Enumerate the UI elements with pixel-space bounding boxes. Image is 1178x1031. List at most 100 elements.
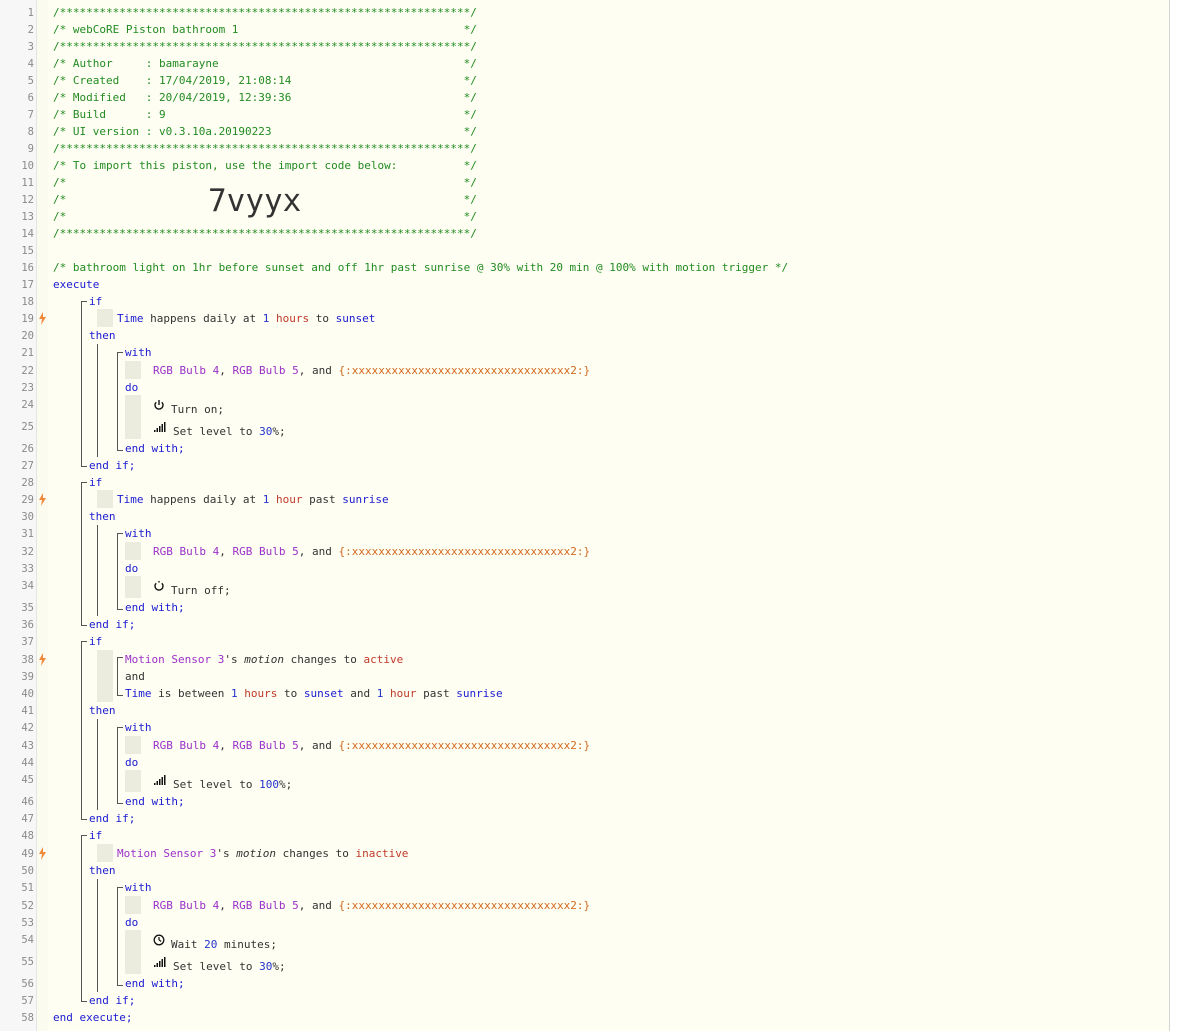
piston-description: /* bathroom light on 1hr before sunset a… [53,261,789,274]
lightning-bolt-icon[interactable] [38,493,47,506]
device-list[interactable]: RGB Bulb 4, RGB Bulb 5, and {:xxxxxxxxxx… [153,738,590,754]
lightning-bolt-icon[interactable] [38,653,47,666]
condition-motion-inactive[interactable]: Motion Sensor 3's motion changes to inac… [117,846,408,862]
line-number: 12 [21,194,34,206]
then-keyword[interactable]: then [89,703,116,719]
end-with-keyword[interactable]: end with; [125,976,185,992]
with-bracket-bottom [117,798,123,804]
device-list[interactable]: RGB Bulb 4, RGB Bulb 5, and {:xxxxxxxxxx… [153,544,590,560]
line-number: 3 [27,41,34,53]
line-number: 9 [27,143,34,155]
line-number: 39 [21,671,34,683]
condition-motion-active[interactable]: Motion Sensor 3's motion changes to acti… [125,652,403,668]
line-number: 21 [21,347,34,359]
action-set-level[interactable]: Set level to 30%; [173,424,286,440]
line-number: 48 [21,830,34,842]
lightning-bolt-icon[interactable] [38,312,47,325]
end-if-keyword[interactable]: end if; [89,993,135,1009]
line-number: 45 [21,774,34,786]
device-list[interactable]: RGB Bulb 4, RGB Bulb 5, and {:xxxxxxxxxx… [153,898,590,914]
device-list[interactable]: RGB Bulb 4, RGB Bulb 5, and {:xxxxxxxxxx… [153,363,590,379]
line-number: 46 [21,796,34,808]
end-with-keyword[interactable]: end with; [125,600,185,616]
with-bracket-line [117,357,118,449]
line-number: 31 [21,528,34,540]
line-number: 38 [21,654,34,666]
end-with-keyword[interactable]: end with; [125,441,185,457]
line-number: 34 [21,580,34,592]
with-keyword[interactable]: with [125,526,152,542]
line-number: 30 [21,511,34,523]
do-keyword[interactable]: do [125,380,138,396]
if-bracket-bottom [81,620,87,626]
line-number: 8 [27,126,34,138]
header-line: /***************************************… [53,40,477,53]
line-number: 33 [21,563,34,575]
then-keyword[interactable]: then [89,863,116,879]
do-keyword[interactable]: do [125,915,138,931]
if-keyword[interactable]: if [89,294,102,310]
then-body-line [97,719,98,810]
execute-keyword[interactable]: execute [53,277,99,293]
action-set-level[interactable]: Set level to 30%; [173,959,286,975]
with-bracket-bottom [117,445,123,451]
action-band [125,770,141,792]
if-bracket-line [81,840,82,1000]
then-body-line [97,879,98,992]
line-number: 52 [21,900,34,912]
header-line: /* Modified : 20/04/2019, 12:39:36 */ [53,91,477,104]
line-number: 2 [27,24,34,36]
import-code[interactable]: 7vyyx [208,183,301,219]
line-number: 35 [21,602,34,614]
action-wait[interactable]: Wait 20 minutes; [171,937,277,953]
action-turn-on[interactable]: Turn on; [171,402,224,418]
if-keyword[interactable]: if [89,634,102,650]
line-number: 50 [21,865,34,877]
line-number: 15 [21,245,34,257]
if-bracket-bottom [81,461,87,467]
line-number: 42 [21,722,34,734]
with-keyword[interactable]: with [125,720,152,736]
action-turn-off[interactable]: Turn off; [171,583,231,599]
end-if-keyword[interactable]: end if; [89,617,135,633]
line-number: 10 [21,160,34,172]
end-if-keyword[interactable]: end if; [89,811,135,827]
line-number: 55 [21,956,34,968]
if-keyword[interactable]: if [89,828,102,844]
line-number: 57 [21,995,34,1007]
condition-time-between[interactable]: Time is between 1 hours to sunset and 1 … [125,686,503,702]
line-number: 40 [21,688,34,700]
with-keyword[interactable]: with [125,345,152,361]
then-keyword[interactable]: then [89,509,116,525]
then-body-line [97,344,98,457]
line-number: 11 [21,177,34,189]
condition-time-sunset[interactable]: Time happens daily at 1 hours to sunset [117,311,375,327]
line-number: 13 [21,211,34,223]
if-keyword[interactable]: if [89,475,102,491]
device-band [125,736,141,754]
header-line: /* Author : bamarayne */ [53,57,477,70]
lightning-bolt-icon[interactable] [38,847,47,860]
line-number: 54 [21,934,34,946]
device-band [125,361,141,379]
do-keyword[interactable]: do [125,561,138,577]
do-keyword[interactable]: do [125,755,138,771]
signal-bars-icon [154,957,166,967]
end-with-keyword[interactable]: end with; [125,794,185,810]
end-if-keyword[interactable]: end if; [89,458,135,474]
line-number: 14 [21,228,34,240]
if-bracket-bottom [81,996,87,1002]
line-number: 28 [21,477,34,489]
then-keyword[interactable]: then [89,328,116,344]
action-set-level[interactable]: Set level to 100%; [173,777,292,793]
line-number: 27 [21,460,34,472]
with-keyword[interactable]: with [125,880,152,896]
line-number: 22 [21,365,34,377]
condition-time-sunrise[interactable]: Time happens daily at 1 hour past sunris… [117,492,389,508]
then-body-line [97,525,98,616]
power-off-icon [154,581,164,591]
line-number: 1 [27,7,34,19]
end-execute-keyword[interactable]: end execute; [53,1010,132,1026]
device-band [125,896,141,914]
and-operator[interactable]: and [125,669,145,685]
